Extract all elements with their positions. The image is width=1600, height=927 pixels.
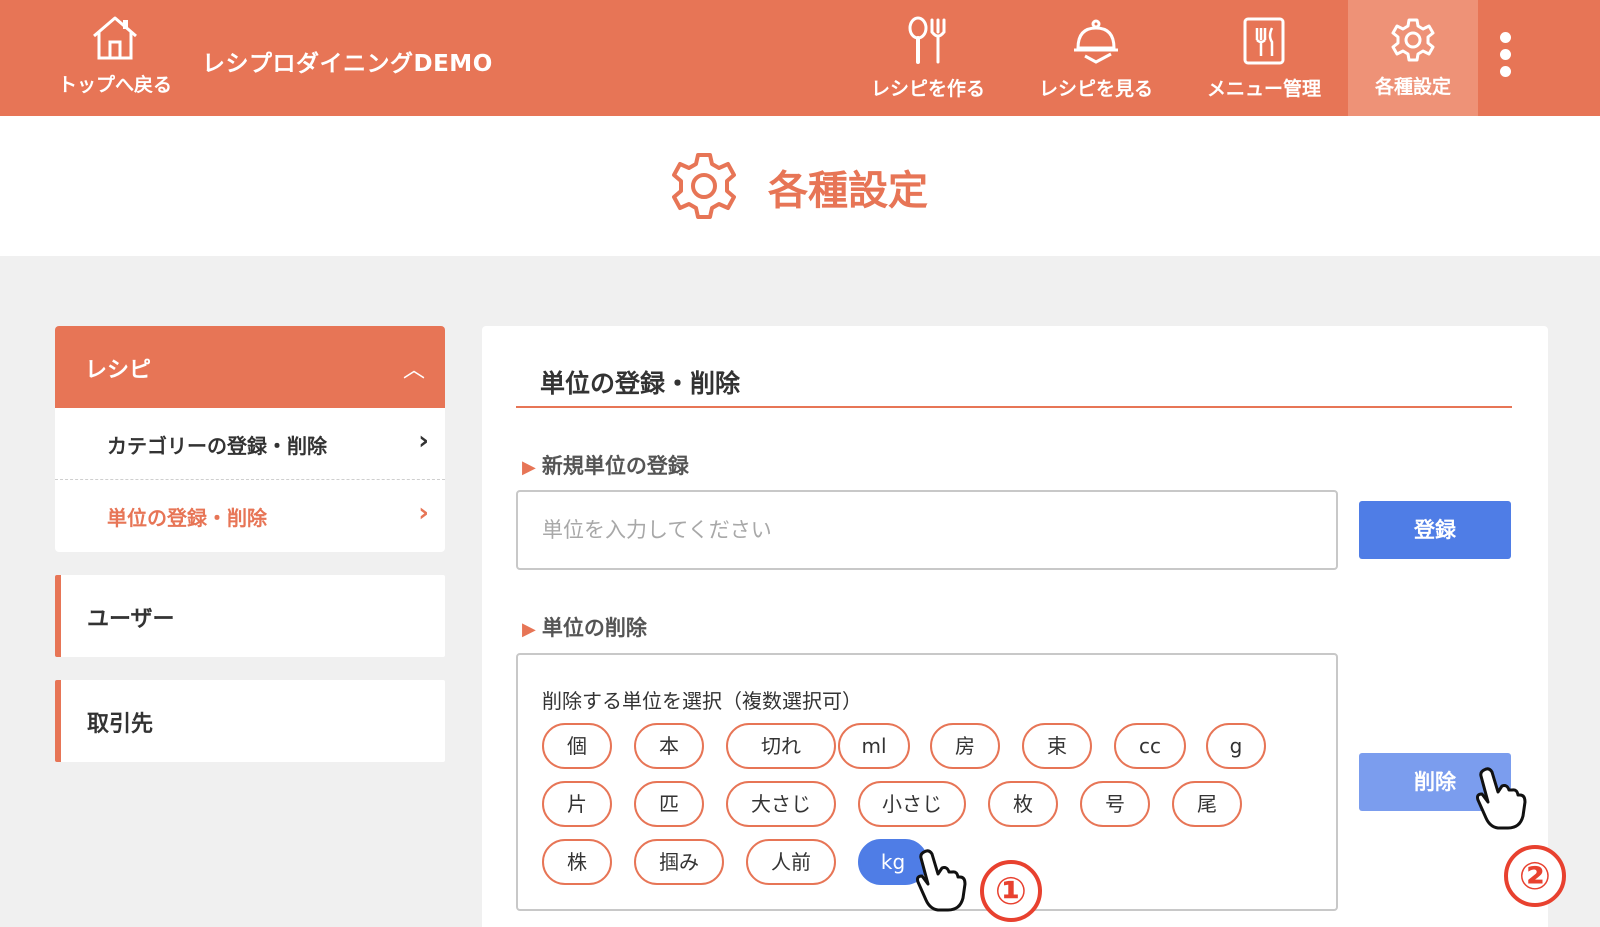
unit-chip[interactable]: 匹 — [634, 781, 704, 827]
selection-hint: 削除する単位を選択（複数選択可） — [542, 689, 862, 713]
utensils-icon — [908, 16, 946, 64]
unit-chip[interactable]: 人前 — [746, 839, 836, 885]
sidebar-section-label: 取引先 — [87, 712, 154, 737]
page-title-band: 各種設定 — [0, 116, 1600, 256]
sidebar-item-label: カテゴリーの登録・削除 — [107, 434, 327, 458]
chevron-right-icon: › — [418, 498, 429, 528]
triangle-right-icon: ▶ — [522, 619, 536, 640]
unit-chip[interactable]: 掴み — [634, 839, 724, 885]
sidebar-item-label: 単位の登録・削除 — [107, 506, 267, 530]
unit-chip[interactable]: 小さじ — [858, 781, 966, 827]
unit-chip[interactable]: 株 — [542, 839, 612, 885]
menu-board-icon — [1243, 17, 1285, 65]
sidebar-item-category[interactable]: カテゴリーの登録・削除 › — [55, 408, 445, 480]
unit-chip[interactable]: 本 — [634, 723, 704, 769]
unit-chip[interactable]: 片 — [542, 781, 612, 827]
unit-chip[interactable]: 切れ — [726, 723, 836, 769]
more-menu-button[interactable] — [1490, 32, 1520, 84]
unit-chip[interactable]: 号 — [1080, 781, 1150, 827]
sidebar-section-recipe[interactable]: レシピ ︿ — [55, 326, 445, 408]
home-label: トップへ戻る — [57, 74, 172, 96]
sidebar-section-partners[interactable]: 取引先 — [55, 680, 445, 762]
app-brand: レシプロダイニングDEMO — [202, 51, 493, 77]
house-icon — [93, 16, 137, 60]
register-button[interactable]: 登録 — [1359, 501, 1511, 559]
unit-chip[interactable]: 束 — [1022, 723, 1092, 769]
unit-chip[interactable]: 枚 — [988, 781, 1058, 827]
unit-chip[interactable]: ml — [838, 723, 910, 769]
unit-chip[interactable]: 尾 — [1172, 781, 1242, 827]
nav-label: 各種設定 — [1374, 76, 1451, 98]
more-dot-icon — [1499, 49, 1511, 60]
nav-create-recipe[interactable]: レシピを作る — [844, 0, 1012, 116]
sidebar-item-units[interactable]: 単位の登録・削除 › — [55, 480, 445, 552]
unit-chip[interactable]: cc — [1114, 723, 1186, 769]
chevron-up-icon: ︿ — [402, 358, 425, 383]
section-title: 単位の登録・削除 — [540, 369, 741, 398]
nav-menu-management[interactable]: メニュー管理 — [1180, 0, 1348, 116]
unit-name-input[interactable] — [516, 490, 1338, 570]
register-heading-text: 新規単位の登録 — [541, 454, 689, 478]
delete-heading: ▶ 単位の削除 — [522, 612, 647, 642]
register-heading: ▶ 新規単位の登録 — [522, 450, 689, 480]
sidebar-section-users[interactable]: ユーザー — [55, 575, 445, 657]
nav-label: レシピを見る — [1038, 78, 1153, 100]
delete-heading-text: 単位の削除 — [541, 616, 647, 640]
more-dot-icon — [1499, 66, 1511, 77]
nav-label: レシピを作る — [870, 78, 985, 100]
home-button[interactable]: トップへ戻る — [50, 14, 180, 104]
page-title: 各種設定 — [768, 168, 928, 214]
top-navigation-bar: トップへ戻る レシプロダイニングDEMO レシピを作る レシピを見る メニュー管… — [0, 0, 1600, 116]
unit-chip[interactable]: 房 — [930, 723, 1000, 769]
triangle-right-icon: ▶ — [522, 457, 536, 478]
section-divider — [516, 406, 1512, 408]
more-dot-icon — [1499, 32, 1511, 43]
nav-label: メニュー管理 — [1206, 78, 1321, 100]
hand-pointer-icon — [916, 849, 967, 912]
gear-icon — [1391, 18, 1435, 62]
chevron-right-icon: › — [418, 426, 429, 456]
gear-icon — [672, 153, 736, 219]
sidebar-section-label: レシピ — [85, 358, 152, 383]
hand-pointer-icon — [1476, 767, 1527, 830]
unit-chip[interactable]: g — [1206, 723, 1266, 769]
cloche-icon — [1074, 19, 1118, 64]
step-1-marker: ① — [980, 860, 1042, 922]
sidebar-section-label: ユーザー — [87, 607, 175, 632]
nav-settings[interactable]: 各種設定 — [1348, 0, 1478, 116]
nav-view-recipe[interactable]: レシピを見る — [1012, 0, 1180, 116]
unit-chip[interactable]: 大さじ — [726, 781, 836, 827]
unit-chip[interactable]: 個 — [542, 723, 612, 769]
step-2-marker: ② — [1504, 845, 1566, 907]
